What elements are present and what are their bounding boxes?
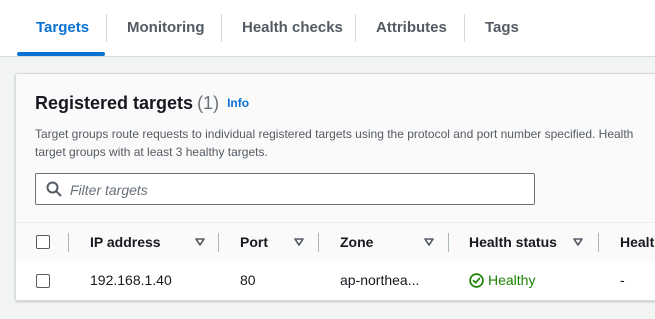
caret-down-icon[interactable] <box>424 237 434 247</box>
cell-health-status: Healthy <box>469 261 535 300</box>
column-header-health-status[interactable]: Health status <box>469 223 557 261</box>
row-checkbox[interactable] <box>36 274 50 288</box>
active-tab-indicator <box>17 52 105 56</box>
tab-health-checks[interactable]: Health checks <box>242 0 343 56</box>
panel-title: Registered targets (1) Info <box>35 93 249 114</box>
table-header: IP address Port Zone Health status Healt <box>16 222 655 262</box>
tab-divider <box>355 14 356 42</box>
caret-down-icon[interactable] <box>294 237 304 247</box>
column-divider <box>448 233 449 252</box>
description-line: target groups with at least 3 healthy ta… <box>35 145 268 159</box>
tab-bar: Targets Monitoring Health checks Attribu… <box>0 0 655 57</box>
filter-targets-input[interactable] <box>68 178 522 202</box>
caret-down-icon[interactable] <box>573 237 583 247</box>
search-icon <box>46 181 62 197</box>
cell-health-details: - <box>620 272 625 288</box>
health-status-label: Healthy <box>488 272 536 288</box>
tab-attributes[interactable]: Attributes <box>376 0 447 56</box>
column-header-port[interactable]: Port <box>240 223 268 261</box>
check-circle-icon <box>469 273 484 288</box>
column-divider <box>218 233 219 252</box>
filter-box <box>35 173 535 205</box>
cell-port: 80 <box>240 272 256 288</box>
tab-divider <box>221 14 222 42</box>
panel-title-text: Registered targets <box>35 93 194 113</box>
panel-header: Registered targets (1) Info Target groups … <box>16 74 655 222</box>
caret-down-icon[interactable] <box>195 237 205 247</box>
cell-zone: ap-northea... <box>340 272 420 288</box>
registered-targets-panel: Registered targets (1) Info Target groups … <box>15 73 655 301</box>
panel-description: Target groups route requests to individu… <box>35 125 655 161</box>
tab-divider <box>106 14 107 42</box>
info-link[interactable]: Info <box>227 96 249 110</box>
column-divider <box>68 233 69 252</box>
column-header-ip-address[interactable]: IP address <box>90 223 161 261</box>
cell-ip-address: 192.168.1.40 <box>90 272 172 288</box>
column-header-zone[interactable]: Zone <box>340 223 373 261</box>
tab-monitoring[interactable]: Monitoring <box>127 0 204 56</box>
target-count: (1) <box>197 93 220 113</box>
description-line: Target groups route requests to individu… <box>35 127 634 141</box>
column-divider <box>598 233 599 252</box>
table-row[interactable]: 192.168.1.40 80 ap-northea... Healthy - <box>16 261 655 300</box>
select-all-checkbox[interactable] <box>36 235 50 249</box>
tab-targets[interactable]: Targets <box>36 0 89 56</box>
column-header-health-details[interactable]: Healt <box>620 223 654 261</box>
column-divider <box>318 233 319 252</box>
tab-tags[interactable]: Tags <box>485 0 519 56</box>
tab-divider <box>464 14 465 42</box>
